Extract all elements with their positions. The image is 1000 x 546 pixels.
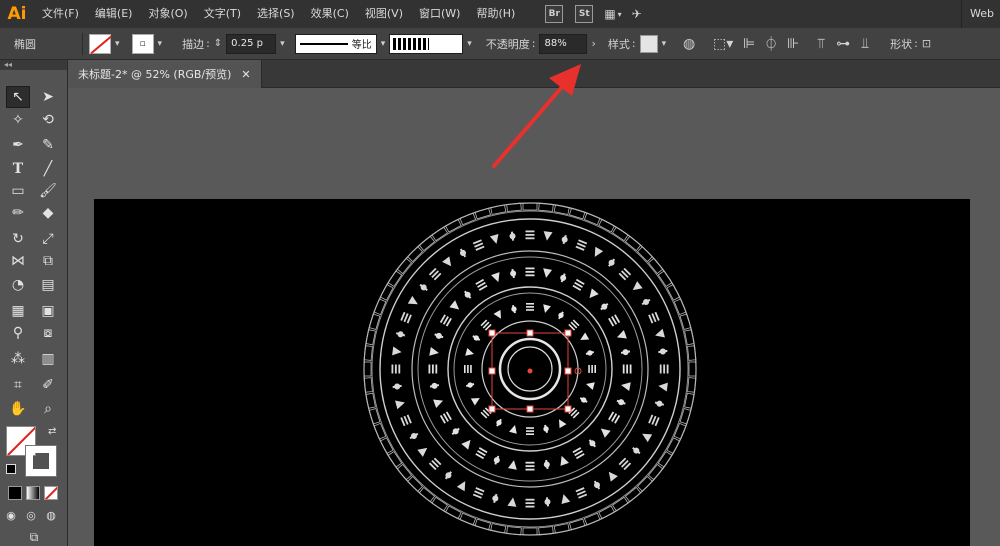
menu-view[interactable]: 视图(V)	[357, 0, 411, 28]
document-tab[interactable]: 未标题-2* @ 52% (RGB/预览) ✕	[68, 60, 262, 88]
control-bar: 椭圆 ▾ ▫ ▾ 描边 : ⇕ 0.25 p ▾ 等比 ▾ ▾ 不透明度 : 8…	[0, 28, 1000, 60]
app-logo: Ai	[7, 4, 27, 24]
shape-label: 形状	[890, 37, 913, 51]
artboard-tool-icon[interactable]: ⌗	[6, 374, 30, 396]
gradient-mode-icon[interactable]	[26, 486, 40, 500]
stroke-weight-input[interactable]: 0.25 p	[226, 33, 277, 54]
arrange-documents-icon[interactable]: ▦ ▾	[604, 7, 621, 21]
stroke-stepper-icon[interactable]: ⇕	[210, 38, 226, 49]
variable-width-profile[interactable]: 等比	[294, 33, 377, 54]
pen-tool-icon[interactable]: ✒	[6, 134, 30, 156]
screen-mode-icon[interactable]: ⧉	[20, 526, 48, 546]
graphic-style-swatch[interactable]	[639, 34, 658, 53]
menu-type[interactable]: 文字(T)	[196, 0, 249, 28]
eraser-tool-icon[interactable]: ◆	[36, 202, 60, 224]
type-tool-icon[interactable]: T	[6, 158, 30, 180]
curvature-tool-icon[interactable]: ✎	[36, 134, 60, 156]
menu-edit[interactable]: 编辑(E)	[87, 0, 141, 28]
stroke-color-box[interactable]	[25, 445, 57, 477]
tools-collapse-icon[interactable]: ◂◂	[0, 60, 67, 70]
recolor-artwork-icon[interactable]: ◍	[678, 33, 700, 55]
align-bottom-icon[interactable]: ⫫	[854, 33, 876, 55]
swap-fill-stroke-icon[interactable]: ⇄	[48, 426, 56, 437]
free-transform-tool-icon[interactable]: ⧉	[36, 250, 60, 272]
rectangle-tool-icon[interactable]: ▭	[6, 180, 30, 202]
gradient-tool-icon[interactable]: ▣	[36, 300, 60, 322]
fill-stroke-widget: ⇄	[6, 426, 62, 480]
live-paint-tool-icon[interactable]: ▤	[36, 274, 60, 296]
scale-tool-icon[interactable]: ⤢	[36, 228, 60, 250]
document-tab-title: 未标题-2* @ 52% (RGB/预览)	[78, 68, 232, 81]
profile-dropdown-icon[interactable]: ▾	[377, 39, 390, 49]
column-graph-tool-icon[interactable]: ▥	[36, 348, 60, 370]
style-dropdown-icon[interactable]: ▾	[658, 39, 671, 49]
align-middle-icon[interactable]: ⊶	[832, 33, 854, 55]
default-fill-stroke-icon[interactable]	[6, 464, 16, 474]
color-mode-icon[interactable]	[8, 486, 22, 500]
blend-tool-icon[interactable]: ⧇	[36, 322, 60, 344]
opacity-label: 不透明度	[485, 37, 530, 51]
tools-panel: ◂◂ ↖ ➤ ✧ ⟲ ✒ ✎ T ╱ ▭ 🖌 ✏ ◆ ↻ ⤢ ⋈ ⧉ ◔ ▤ ▦…	[0, 60, 68, 546]
direct-selection-tool-icon[interactable]: ➤	[36, 86, 60, 108]
menu-effect[interactable]: 效果(C)	[303, 0, 357, 28]
stroke-swatch[interactable]: ▫	[131, 33, 154, 54]
align-left-icon[interactable]: ⊫	[738, 33, 760, 55]
pencil-tool-icon[interactable]: ✏	[6, 202, 30, 224]
hand-tool-icon[interactable]: ✋	[6, 398, 30, 420]
magic-wand-tool-icon[interactable]: ✧	[6, 109, 30, 131]
opacity-input[interactable]: 88%	[539, 33, 588, 54]
illustrator-window: Ai 文件(F) 编辑(E) 对象(O) 文字(T) 选择(S) 效果(C) 视…	[0, 0, 1000, 546]
menu-window[interactable]: 窗口(W)	[411, 0, 468, 28]
slice-tool-icon[interactable]: ✐	[36, 374, 60, 396]
align-right-icon[interactable]: ⊪	[782, 33, 804, 55]
eyedropper-tool-icon[interactable]: ⚲	[6, 322, 30, 344]
fill-dropdown-icon[interactable]: ▾	[111, 39, 124, 49]
opacity-expand-icon[interactable]: ›	[587, 37, 599, 50]
stroke-label: 描边	[182, 37, 205, 51]
stock-button[interactable]: St	[575, 5, 594, 23]
bridge-button[interactable]: Br	[545, 5, 564, 23]
perspective-grid-tool-icon[interactable]: ▦	[6, 300, 30, 322]
rotate-tool-icon[interactable]: ↻	[6, 228, 30, 250]
draw-inside-icon[interactable]: ◍	[42, 504, 60, 526]
canvas-area[interactable]	[68, 88, 1000, 546]
lasso-tool-icon[interactable]: ⟲	[36, 109, 60, 131]
menu-bar: Ai 文件(F) 编辑(E) 对象(O) 文字(T) 选择(S) 效果(C) 视…	[0, 0, 1000, 28]
style-label: 样式	[607, 37, 630, 51]
shape-expand-icon[interactable]: ⊡	[918, 37, 935, 50]
shape-builder-tool-icon[interactable]: ◔	[6, 274, 30, 296]
draw-behind-icon[interactable]: ◎	[22, 504, 40, 526]
zoom-tool-icon[interactable]: ⌕	[36, 398, 60, 420]
width-tool-icon[interactable]: ⋈	[6, 250, 30, 272]
stroke-weight-dropdown-icon[interactable]: ▾	[276, 39, 289, 49]
object-type-label: 椭圆	[14, 37, 36, 51]
menu-file[interactable]: 文件(F)	[34, 0, 87, 28]
menu-help[interactable]: 帮助(H)	[468, 0, 523, 28]
artboard[interactable]	[94, 199, 970, 546]
circular-pattern-artwork[interactable]	[94, 199, 970, 546]
brush-definition[interactable]	[389, 33, 464, 54]
align-center-icon[interactable]: ⏀	[760, 33, 782, 55]
close-tab-icon[interactable]: ✕	[241, 68, 250, 81]
profile-label: 等比	[351, 40, 372, 51]
line-tool-icon[interactable]: ╱	[36, 158, 60, 180]
workspace-switcher[interactable]: Web	[961, 0, 1000, 28]
gpu-performance-icon[interactable]: ✈	[632, 7, 642, 21]
menu-select[interactable]: 选择(S)	[249, 0, 303, 28]
symbol-sprayer-tool-icon[interactable]: ⁂	[6, 348, 30, 370]
paintbrush-tool-icon[interactable]: 🖌	[36, 180, 60, 202]
selection-tool-icon[interactable]: ↖	[6, 86, 30, 108]
brush-dropdown-icon[interactable]: ▾	[463, 39, 476, 49]
draw-normal-icon[interactable]: ◉	[2, 504, 20, 526]
stroke-dropdown-icon[interactable]: ▾	[154, 39, 167, 49]
none-mode-icon[interactable]	[44, 486, 58, 500]
align-top-icon[interactable]: ⫪	[810, 33, 832, 55]
menu-object[interactable]: 对象(O)	[140, 0, 195, 28]
fill-swatch[interactable]	[89, 33, 111, 54]
document-tabs: 未标题-2* @ 52% (RGB/预览) ✕	[68, 60, 1000, 88]
transform-icon[interactable]: ⬚▾	[708, 33, 738, 55]
